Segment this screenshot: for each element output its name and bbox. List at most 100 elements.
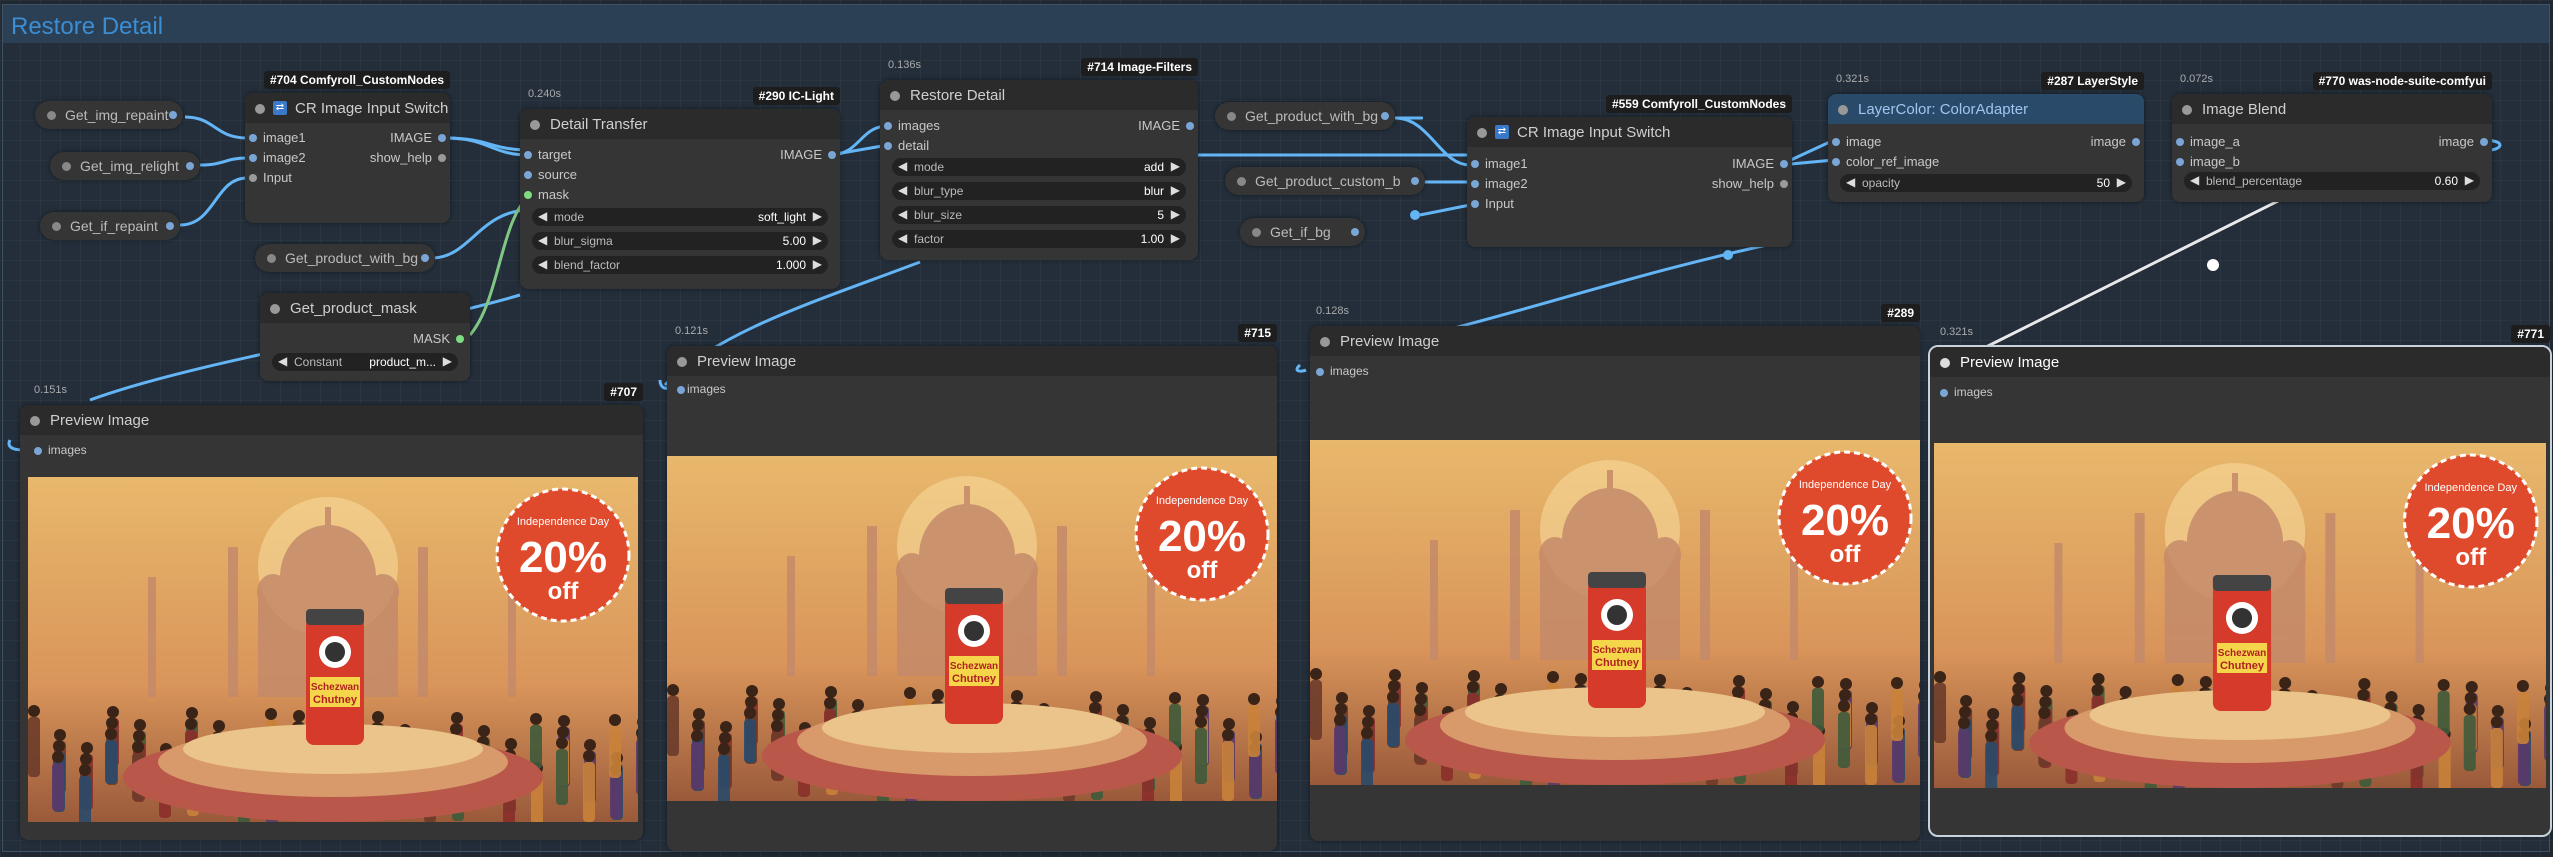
output-pin[interactable] [1186, 122, 1194, 130]
input-pin[interactable] [249, 134, 257, 142]
output-pin[interactable] [421, 254, 429, 262]
preview-image-771[interactable]: 0.321s #771 Preview Image images Schezwa… [1928, 325, 2552, 837]
layercolor-coloradapter-287[interactable]: 0.321s #287 LayerStyle LayerColor: Color… [1828, 72, 2144, 202]
input-pin[interactable] [524, 191, 532, 199]
input-pin[interactable] [1471, 200, 1479, 208]
arrow-right-icon[interactable]: ▶ [1171, 207, 1180, 221]
preview-image-707[interactable]: 0.151s #707 Preview Image images Schezwa… [20, 383, 643, 840]
arrow-left-icon[interactable]: ◀ [278, 354, 287, 368]
blur-size-widget[interactable]: ◀ blur_size 5 ▶ [892, 206, 1186, 224]
exec-time: 0.072s [2180, 73, 2214, 85]
output-pin[interactable] [1381, 112, 1389, 120]
input-pin[interactable] [1832, 138, 1840, 146]
get-product-with-bg-node[interactable]: Get_product_with_bg [255, 244, 435, 272]
node-titlebar[interactable]: Preview Image [667, 346, 1277, 376]
node-badge: #704 Comfyroll_CustomNodes [263, 71, 450, 89]
input-pin[interactable] [2176, 158, 2184, 166]
widget-label: mode [554, 210, 585, 224]
arrow-left-icon[interactable]: ◀ [538, 209, 547, 223]
arrow-left-icon[interactable]: ◀ [538, 257, 547, 271]
get-img-repaint-node[interactable]: Get_img_repaint [35, 101, 183, 129]
output-pin[interactable] [169, 111, 177, 119]
input-label: source [538, 167, 578, 182]
arrow-right-icon[interactable]: ▶ [1171, 183, 1180, 197]
get-product-with-bg-node-2[interactable]: Get_product_with_bg [1215, 102, 1395, 130]
output-pin[interactable] [438, 134, 446, 142]
input-pin[interactable] [1471, 160, 1479, 168]
get-if-bg-node[interactable]: Get_if_bg [1240, 218, 1365, 246]
arrow-right-icon[interactable]: ▶ [813, 233, 822, 247]
node-titlebar[interactable]: Preview Image [1310, 326, 1920, 356]
blur-type-widget[interactable]: ◀ blur_type blur ▶ [892, 182, 1186, 200]
node-titlebar[interactable]: Detail Transfer [520, 109, 840, 139]
input-pin[interactable] [884, 142, 892, 150]
input-pin[interactable] [2176, 138, 2184, 146]
constant-widget[interactable]: ◀ Constant product_m... ▶ [272, 353, 458, 371]
input-pin[interactable] [249, 174, 257, 182]
cr-image-input-switch-559[interactable]: #559 Comfyroll_CustomNodes ⇄ CR Image In… [1467, 95, 1792, 247]
input-pin[interactable] [884, 122, 892, 130]
input-pin[interactable] [524, 151, 532, 159]
node-titlebar[interactable]: LayerColor: ColorAdapter [1828, 94, 2144, 124]
arrow-left-icon[interactable]: ◀ [1846, 175, 1855, 189]
opacity-widget[interactable]: ◀ opacity 50 ▶ [1840, 174, 2132, 192]
detail-transfer-290[interactable]: 0.240s #290 IC-Light Detail Transfer tar… [520, 87, 840, 289]
get-if-repaint-node[interactable]: Get_if_repaint [40, 212, 180, 240]
output-pin[interactable] [2480, 138, 2488, 146]
input-pin[interactable] [1940, 389, 1948, 397]
get-img-relight-node[interactable]: Get_img_relight [50, 152, 200, 180]
output-pin[interactable] [2132, 138, 2140, 146]
arrow-left-icon[interactable]: ◀ [2190, 173, 2199, 187]
exec-time: 0.321s [1940, 326, 1974, 338]
blur-sigma-widget[interactable]: ◀ blur_sigma 5.00 ▶ [532, 232, 828, 250]
output-pin[interactable] [438, 154, 446, 162]
input-pin[interactable] [34, 447, 42, 455]
output-pin[interactable] [166, 222, 174, 230]
get-product-mask-node[interactable]: Get_product_mask MASK ◀ Constant product… [260, 293, 470, 381]
arrow-left-icon[interactable]: ◀ [898, 183, 907, 197]
output-pin[interactable] [828, 151, 836, 159]
node-titlebar[interactable]: ⇄ CR Image Input Switch [245, 93, 450, 123]
input-pin[interactable] [524, 171, 532, 179]
graph-canvas[interactable]: Restore Detail Get_img_repaint Get_img_r… [0, 0, 2553, 857]
preview-image-715[interactable]: 0.121s #715 Preview Image images Schezwa… [667, 324, 1277, 851]
mode-widget[interactable]: ◀ mode add ▶ [892, 158, 1186, 176]
output-pin[interactable] [1351, 228, 1359, 236]
arrow-left-icon[interactable]: ◀ [898, 159, 907, 173]
restore-detail-714[interactable]: 0.136s #714 Image-Filters Restore Detail… [880, 58, 1198, 260]
node-titlebar[interactable]: Image Blend [2172, 94, 2492, 124]
arrow-right-icon[interactable]: ▶ [813, 209, 822, 223]
arrow-right-icon[interactable]: ▶ [2465, 173, 2474, 187]
arrow-left-icon[interactable]: ◀ [538, 233, 547, 247]
node-titlebar[interactable]: ⇄ CR Image Input Switch [1467, 117, 1792, 147]
arrow-right-icon[interactable]: ▶ [813, 257, 822, 271]
node-titlebar[interactable]: Get_product_mask [260, 293, 470, 323]
cr-image-input-switch-704[interactable]: #704 Comfyroll_CustomNodes ⇄ CR Image In… [245, 71, 450, 223]
arrow-left-icon[interactable]: ◀ [898, 207, 907, 221]
output-pin[interactable] [1780, 180, 1788, 188]
node-titlebar[interactable]: Preview Image [20, 405, 643, 435]
arrow-right-icon[interactable]: ▶ [443, 354, 452, 368]
mode-widget[interactable]: ◀ mode soft_light ▶ [532, 208, 828, 226]
output-pin[interactable] [1411, 177, 1419, 185]
arrow-right-icon[interactable]: ▶ [2117, 175, 2126, 189]
image-blend-770[interactable]: 0.072s #770 was-node-suite-comfyui Image… [2172, 72, 2492, 202]
preview-image-289[interactable]: 0.128s #289 Preview Image images Schezwa… [1310, 304, 1920, 841]
arrow-right-icon[interactable]: ▶ [1171, 159, 1180, 173]
node-titlebar[interactable]: Restore Detail [880, 80, 1198, 110]
input-pin[interactable] [677, 386, 685, 394]
blend-percentage-widget[interactable]: ◀ blend_percentage 0.60 ▶ [2184, 172, 2480, 190]
input-pin[interactable] [249, 154, 257, 162]
arrow-right-icon[interactable]: ▶ [1171, 231, 1180, 245]
output-pin[interactable] [186, 162, 194, 170]
input-pin[interactable] [1471, 180, 1479, 188]
get-product-custom-b-node[interactable]: Get_product_custom_b [1225, 167, 1425, 195]
node-titlebar[interactable]: Preview Image [1930, 347, 2550, 377]
output-pin[interactable] [1780, 160, 1788, 168]
input-pin[interactable] [1316, 368, 1324, 376]
output-mask-pin[interactable] [456, 335, 464, 343]
factor-widget[interactable]: ◀ factor 1.00 ▶ [892, 230, 1186, 248]
input-pin[interactable] [1832, 158, 1840, 166]
blend-factor-widget[interactable]: ◀ blend_factor 1.000 ▶ [532, 256, 828, 274]
arrow-left-icon[interactable]: ◀ [898, 231, 907, 245]
